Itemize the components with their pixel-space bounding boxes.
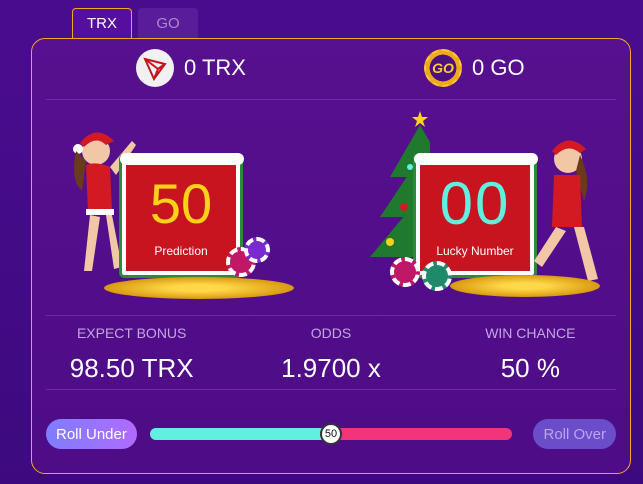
tron-logo-icon <box>136 49 174 87</box>
go-coin-text: GO <box>432 60 454 76</box>
stat-win-chance: WIN CHANCE 50 % <box>431 325 630 384</box>
divider-bottom <box>46 389 616 390</box>
stat-expect-bonus: EXPECT BONUS 98.50 TRX <box>32 325 231 384</box>
stat-label: ODDS <box>310 325 352 341</box>
gold-coins-pile <box>104 277 294 299</box>
go-balance: GO 0 GO <box>424 49 525 87</box>
lucky-scene: 00 Lucky Number <box>350 107 600 307</box>
prediction-value: 50 <box>149 172 213 235</box>
lucky-number-card: 00 Lucky Number <box>413 153 538 278</box>
casino-chips-icon <box>244 237 270 263</box>
stat-label: WIN CHANCE <box>485 325 576 341</box>
divider-middle <box>46 315 616 316</box>
snow-cap <box>120 153 244 165</box>
casino-chips-icon <box>390 257 420 287</box>
stat-value: 1.9700 x <box>281 353 381 383</box>
prediction-card: 50 Prediction <box>119 153 244 278</box>
roll-slider-thumb[interactable]: 50 <box>320 423 342 445</box>
roll-under-button[interactable]: Roll Under <box>46 419 137 449</box>
prediction-scene: 50 Prediction <box>66 107 306 307</box>
tab-trx[interactable]: TRX <box>72 8 132 38</box>
stat-label: EXPECT BONUS <box>76 325 187 341</box>
currency-tabs: TRX GO <box>72 8 198 38</box>
trx-balance: 0 TRX <box>136 49 246 87</box>
casino-chips-icon <box>422 261 452 291</box>
prediction-label: Prediction <box>154 244 208 258</box>
roll-slider-row: Roll Under 50 Roll Over <box>46 419 616 449</box>
roll-slider-fill <box>150 428 331 440</box>
tab-go[interactable]: GO <box>138 8 198 38</box>
snow-cap <box>414 153 538 165</box>
divider-top <box>46 99 616 100</box>
go-balance-text: 0 GO <box>472 55 525 80</box>
stat-value: 50 % <box>500 353 560 383</box>
balances-row: 0 TRX GO 0 GO <box>32 49 630 99</box>
dice-game-panel: 0 TRX GO 0 GO 50 Prediction 00 Lucky Num… <box>31 38 631 474</box>
stats-row: EXPECT BONUS 98.50 TRX ODDS 1.9700 x WIN… <box>32 325 630 384</box>
lucky-number-value: 00 <box>439 170 511 237</box>
lucky-number-label: Lucky Number <box>436 244 514 258</box>
go-coin-icon: GO <box>424 49 462 87</box>
santa-girl-right-illustration <box>534 140 598 281</box>
stat-value: 98.50 TRX <box>69 353 194 383</box>
roll-over-button[interactable]: Roll Over <box>533 419 616 449</box>
stat-odds: ODDS 1.9700 x <box>231 325 430 384</box>
trx-balance-text: 0 TRX <box>184 55 246 80</box>
gold-coins-pile <box>450 275 600 297</box>
